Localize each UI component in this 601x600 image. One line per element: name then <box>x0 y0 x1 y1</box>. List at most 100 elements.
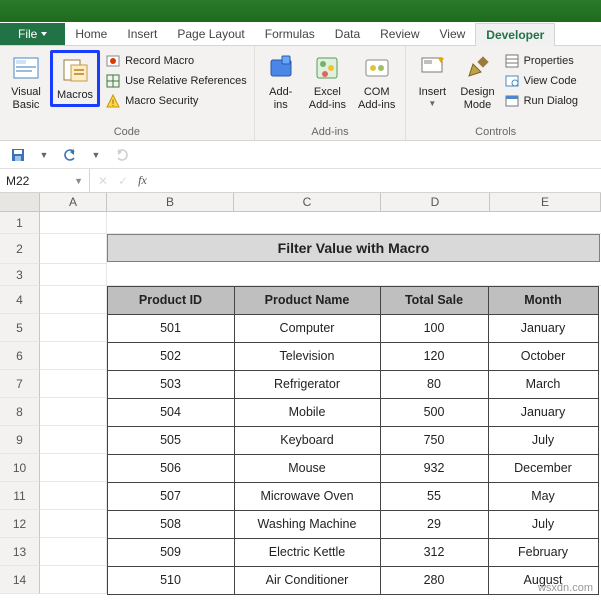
row-header[interactable]: 12 <box>0 510 40 538</box>
table-header[interactable]: Product ID <box>107 286 235 315</box>
cell-product-name[interactable]: Air Conditioner <box>234 566 381 595</box>
worksheet[interactable]: 1 2 Filter Value with Macro 3 4 Product … <box>0 212 601 594</box>
cell-total-sale[interactable]: 100 <box>380 314 489 343</box>
cell-product-id[interactable]: 502 <box>107 342 235 371</box>
cancel-icon[interactable]: ✕ <box>98 174 108 188</box>
cell-product-id[interactable]: 510 <box>107 566 235 595</box>
cell-total-sale[interactable]: 280 <box>380 566 489 595</box>
table-header[interactable]: Total Sale <box>380 286 489 315</box>
cell-product-id[interactable]: 503 <box>107 370 235 399</box>
cell-month[interactable]: October <box>488 342 599 371</box>
ribbon-tabs: File Home Insert Page Layout Formulas Da… <box>0 22 601 46</box>
cell-product-name[interactable]: Mouse <box>234 454 381 483</box>
qat-dropdown[interactable]: ▼ <box>36 147 52 163</box>
macro-security-button[interactable]: ! Macro Security <box>104 92 248 110</box>
cell-product-name[interactable]: Keyboard <box>234 426 381 455</box>
cell-month[interactable]: July <box>488 426 599 455</box>
properties-button[interactable]: Properties <box>503 52 579 70</box>
redo-button[interactable] <box>114 147 130 163</box>
sheet-title[interactable]: Filter Value with Macro <box>107 234 600 262</box>
cell-product-id[interactable]: 505 <box>107 426 235 455</box>
tab-developer[interactable]: Developer <box>475 23 555 46</box>
cell-month[interactable]: December <box>488 454 599 483</box>
col-header-d[interactable]: D <box>381 193 490 211</box>
row-header[interactable]: 5 <box>0 314 40 342</box>
tab-home[interactable]: Home <box>65 23 117 45</box>
cell-product-name[interactable]: Washing Machine <box>234 510 381 539</box>
record-macro-label: Record Macro <box>125 55 194 67</box>
row-header[interactable]: 9 <box>0 426 40 454</box>
cell-product-id[interactable]: 506 <box>107 454 235 483</box>
cell-product-name[interactable]: Television <box>234 342 381 371</box>
insert-control-button[interactable]: Insert ▼ <box>412 50 452 111</box>
macros-button[interactable]: Macros <box>53 53 97 104</box>
cell-total-sale[interactable]: 750 <box>380 426 489 455</box>
run-dialog-button[interactable]: Run Dialog <box>503 92 579 110</box>
tab-file[interactable]: File <box>0 23 65 45</box>
cell-month[interactable]: January <box>488 398 599 427</box>
cell-month[interactable]: July <box>488 510 599 539</box>
col-header-c[interactable]: C <box>234 193 381 211</box>
com-addins-button[interactable]: COM Add-ins <box>354 50 399 114</box>
cell-product-id[interactable]: 507 <box>107 482 235 511</box>
table-header[interactable]: Product Name <box>234 286 381 315</box>
tab-data[interactable]: Data <box>325 23 370 45</box>
fx-icon[interactable]: fx <box>138 173 147 188</box>
undo-dropdown[interactable]: ▼ <box>88 147 104 163</box>
row-header[interactable]: 13 <box>0 538 40 566</box>
cell-total-sale[interactable]: 312 <box>380 538 489 567</box>
cell-total-sale[interactable]: 932 <box>380 454 489 483</box>
tab-view[interactable]: View <box>430 23 476 45</box>
cell-product-id[interactable]: 504 <box>107 398 235 427</box>
cell-product-name[interactable]: Mobile <box>234 398 381 427</box>
row-header[interactable]: 10 <box>0 454 40 482</box>
row-header[interactable]: 14 <box>0 566 40 594</box>
excel-addins-button[interactable]: Excel Add-ins <box>305 50 350 114</box>
undo-button[interactable] <box>62 147 78 163</box>
cell-total-sale[interactable]: 29 <box>380 510 489 539</box>
row-header[interactable]: 8 <box>0 398 40 426</box>
cell-month[interactable]: May <box>488 482 599 511</box>
record-macro-button[interactable]: Record Macro <box>104 52 248 70</box>
col-header-b[interactable]: B <box>107 193 234 211</box>
cell-month[interactable]: February <box>488 538 599 567</box>
cell-total-sale[interactable]: 500 <box>380 398 489 427</box>
row-header[interactable]: 4 <box>0 286 40 314</box>
row-header[interactable]: 1 <box>0 212 40 234</box>
cell-total-sale[interactable]: 55 <box>380 482 489 511</box>
use-relative-button[interactable]: Use Relative References <box>104 72 248 90</box>
visual-basic-button[interactable]: Visual Basic <box>6 50 46 114</box>
cell-month[interactable]: January <box>488 314 599 343</box>
col-header-e[interactable]: E <box>490 193 601 211</box>
row-header[interactable]: 3 <box>0 264 40 286</box>
enter-icon[interactable]: ✓ <box>118 174 128 188</box>
view-code-button[interactable]: View Code <box>503 72 579 90</box>
design-mode-button[interactable]: Design Mode <box>456 50 498 114</box>
row-header[interactable]: 11 <box>0 482 40 510</box>
row-header[interactable]: 2 <box>0 234 40 264</box>
table-header[interactable]: Month <box>488 286 599 315</box>
save-button[interactable] <box>10 147 26 163</box>
cell-product-name[interactable]: Microwave Oven <box>234 482 381 511</box>
select-all-corner[interactable] <box>0 193 40 211</box>
tab-insert[interactable]: Insert <box>117 23 167 45</box>
cell-total-sale[interactable]: 80 <box>380 370 489 399</box>
tab-review[interactable]: Review <box>370 23 429 45</box>
cell-month[interactable]: March <box>488 370 599 399</box>
cell-total-sale[interactable]: 120 <box>380 342 489 371</box>
name-box[interactable]: M22 ▼ <box>0 169 90 192</box>
formula-input[interactable] <box>155 169 601 192</box>
col-header-a[interactable]: A <box>40 193 107 211</box>
cell-product-name[interactable]: Computer <box>234 314 381 343</box>
cell-product-id[interactable]: 501 <box>107 314 235 343</box>
cell-product-name[interactable]: Refrigerator <box>234 370 381 399</box>
tab-page-layout[interactable]: Page Layout <box>167 23 254 45</box>
row-header[interactable]: 6 <box>0 342 40 370</box>
row-header[interactable]: 7 <box>0 370 40 398</box>
cell-product-id[interactable]: 509 <box>107 538 235 567</box>
addins-button[interactable]: Add- ins <box>261 50 301 114</box>
cell-product-id[interactable]: 508 <box>107 510 235 539</box>
cell-product-name[interactable]: Electric Kettle <box>234 538 381 567</box>
tab-formulas[interactable]: Formulas <box>255 23 325 45</box>
run-dialog-icon <box>504 93 520 109</box>
